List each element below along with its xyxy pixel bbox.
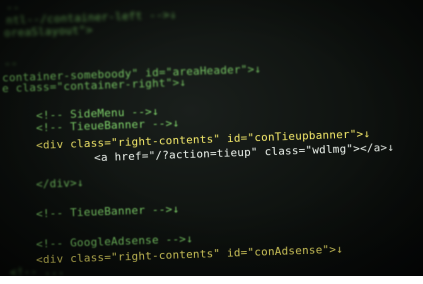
code-line: <!-- TieueBanner -->↓ <box>35 202 180 221</box>
code-line: <!-- TieueBanner -->↓ <box>35 116 180 135</box>
monitor-screen-photo: -- ntl--/container-left -->↓ oreaSlayout… <box>0 0 423 276</box>
code-line: </div>↓ <box>35 176 84 191</box>
code-line: oreaSlayout"> <box>3 23 93 40</box>
code-line: <!-- ... <box>9 264 65 276</box>
code-line: -- <box>6 1 20 14</box>
photo-frame: -- ntl--/container-left -->↓ oreaSlayout… <box>0 0 423 284</box>
code-line: -- <box>3 56 18 71</box>
